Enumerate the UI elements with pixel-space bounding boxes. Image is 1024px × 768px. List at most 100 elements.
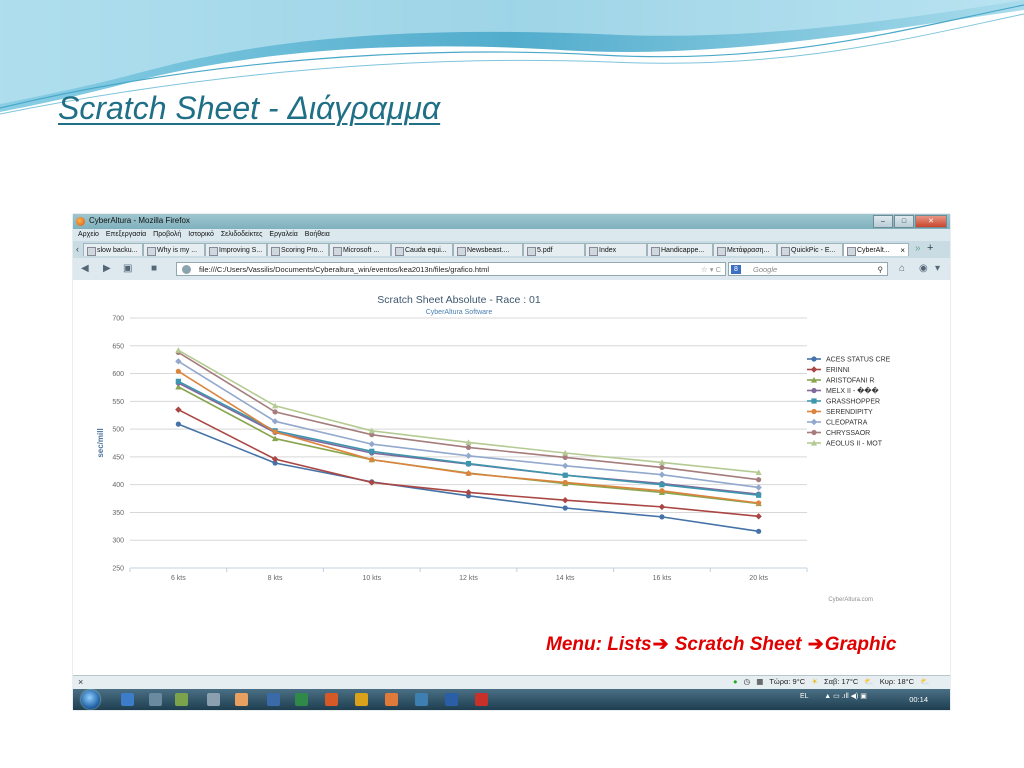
tab-label: Index — [599, 247, 617, 254]
chrome-icon[interactable] — [355, 693, 368, 706]
page-icon — [457, 247, 466, 256]
tab[interactable]: Index — [585, 243, 647, 256]
data-point — [811, 429, 817, 436]
chart-credit: CyberAltura.com — [828, 597, 873, 603]
app-icon[interactable] — [207, 693, 220, 706]
app-icon[interactable] — [267, 693, 280, 706]
data-point — [465, 470, 472, 477]
menu-tools[interactable]: Εργαλεία — [269, 229, 297, 241]
weather-saturday: Σαβ: 17°C — [824, 677, 859, 686]
tab[interactable]: Μετάφραση... — [713, 243, 777, 256]
language-indicator[interactable]: EL — [800, 693, 808, 700]
app-icon[interactable] — [235, 693, 248, 706]
tab-active[interactable]: CyberAlt... × — [843, 243, 909, 256]
menu-path-caption: Menu: Lists➔ Scratch Sheet ➔Graphic — [546, 633, 897, 656]
tray-icons[interactable]: ▲ ▭ .ıll ◀) ▣ — [824, 693, 867, 700]
data-point — [756, 528, 762, 534]
tab-label: Newsbeast.... — [467, 247, 510, 254]
data-point — [175, 406, 182, 413]
legend-label: ARISTOFANI R — [826, 378, 875, 385]
data-point — [659, 488, 665, 494]
tab[interactable]: Handicappe... — [647, 243, 713, 256]
new-tab-icon[interactable]: + — [927, 242, 933, 254]
tab[interactable]: Scoring Pro... — [267, 243, 329, 256]
windows-taskbar: EL ▲ ▭ .ıll ◀) ▣ 00:14 — [73, 689, 950, 710]
maximize-button[interactable]: □ — [894, 215, 914, 228]
menu-bookmarks[interactable]: Σελιδοδείκτες — [221, 229, 263, 241]
app-icon[interactable] — [415, 693, 428, 706]
weather-now: Τώρα: 9°C — [769, 677, 806, 686]
firefox-taskbar-icon[interactable] — [325, 693, 338, 706]
tab[interactable]: Why is my ... — [143, 243, 205, 256]
bookmark-star-icon[interactable]: ☆ ▾ C — [701, 263, 721, 275]
status-weather: ● ◷ ▦ Τώρα: 9°C ☀ Σαβ: 17°C ⛅ Κυρ: 18°C … — [733, 677, 934, 686]
start-button[interactable] — [81, 690, 100, 709]
data-point — [756, 477, 762, 483]
app-icon[interactable] — [385, 693, 398, 706]
weather-cloud-icon: ⛅ — [920, 677, 930, 686]
back-icon[interactable]: ◀ — [81, 263, 89, 274]
tab[interactable]: Newsbeast.... — [453, 243, 523, 256]
x-tick-label: 12 kts — [459, 575, 478, 582]
media-icon[interactable] — [149, 693, 162, 706]
y-tick-label: 250 — [112, 566, 124, 573]
page-icon — [847, 247, 856, 256]
addon-icon[interactable]: ■ — [151, 263, 157, 274]
menu-history[interactable]: Ιστορικό — [188, 229, 214, 241]
extension-icon[interactable]: ◉ — [919, 263, 928, 274]
screenshot-icon[interactable]: ▣ — [123, 263, 132, 274]
close-findbar-icon[interactable]: × — [78, 677, 83, 687]
tab[interactable]: QuickPic - E... — [777, 243, 843, 256]
tab-label: 5.pdf — [537, 247, 553, 254]
menu-help[interactable]: Βοήθεια — [305, 229, 330, 241]
forward-icon[interactable]: ▶ — [103, 263, 111, 274]
data-point — [175, 378, 181, 384]
tab-label: slow backu... — [97, 247, 138, 254]
menu-edit[interactable]: Επεξεργασία — [106, 229, 146, 241]
caption-lists: Menu: Lists — [546, 634, 652, 655]
tab[interactable]: slow backu... — [83, 243, 143, 256]
data-point — [465, 444, 472, 451]
x-tick-label: 8 kts — [268, 575, 283, 582]
x-tick-label: 20 kts — [749, 575, 768, 582]
tab[interactable]: Microsoft ... — [329, 243, 391, 256]
data-point — [465, 460, 472, 467]
data-point — [756, 500, 762, 506]
tab[interactable]: Improving S... — [205, 243, 267, 256]
data-point — [810, 366, 818, 373]
close-button[interactable]: ✕ — [915, 215, 947, 228]
tab[interactable]: 5.pdf — [523, 243, 585, 256]
series-line — [177, 370, 759, 504]
search-icon[interactable]: ⚲ — [878, 263, 884, 277]
menu-view[interactable]: Προβολή — [153, 229, 181, 241]
tab-scroll-left-icon[interactable]: ‹ — [76, 244, 79, 254]
data-point — [659, 464, 665, 471]
status-green-icon: ● — [733, 677, 738, 686]
data-point — [272, 429, 278, 435]
data-point — [811, 408, 817, 415]
menu-dropdown-icon[interactable]: ▾ — [935, 263, 940, 274]
search-input[interactable]: 8 Google ⚲ — [728, 262, 888, 276]
y-tick-label: 450 — [112, 454, 124, 461]
clock-icon: ◷ — [743, 677, 751, 686]
home-icon[interactable]: ⌂ — [899, 263, 905, 274]
ie-icon[interactable] — [121, 693, 134, 706]
tab-label: Cauda equi... — [405, 247, 447, 254]
y-tick-label: 500 — [112, 427, 124, 434]
tab-close-icon[interactable]: × — [900, 244, 905, 256]
caption-scratch-sheet: Scratch Sheet — [669, 634, 807, 655]
data-point — [755, 484, 762, 491]
tab[interactable]: Cauda equi... — [391, 243, 453, 256]
minimize-button[interactable]: – — [873, 215, 893, 228]
menu-file[interactable]: Αρχείο — [78, 229, 99, 241]
pdf-icon[interactable] — [475, 693, 488, 706]
explorer-icon[interactable] — [175, 693, 188, 706]
window-title: CyberAltura - Mozilla Firefox — [89, 216, 190, 225]
y-tick-label: 650 — [112, 343, 124, 350]
photoshop-icon[interactable] — [445, 693, 458, 706]
tab-list-icon[interactable]: » — [915, 243, 921, 254]
address-bar[interactable]: file:///C:/Users/Vassilis/Documents/Cybe… — [176, 262, 726, 276]
taskbar-clock[interactable]: 00:14 — [909, 695, 928, 704]
excel-icon[interactable] — [295, 693, 308, 706]
caption-graphic: Graphic — [824, 634, 897, 655]
